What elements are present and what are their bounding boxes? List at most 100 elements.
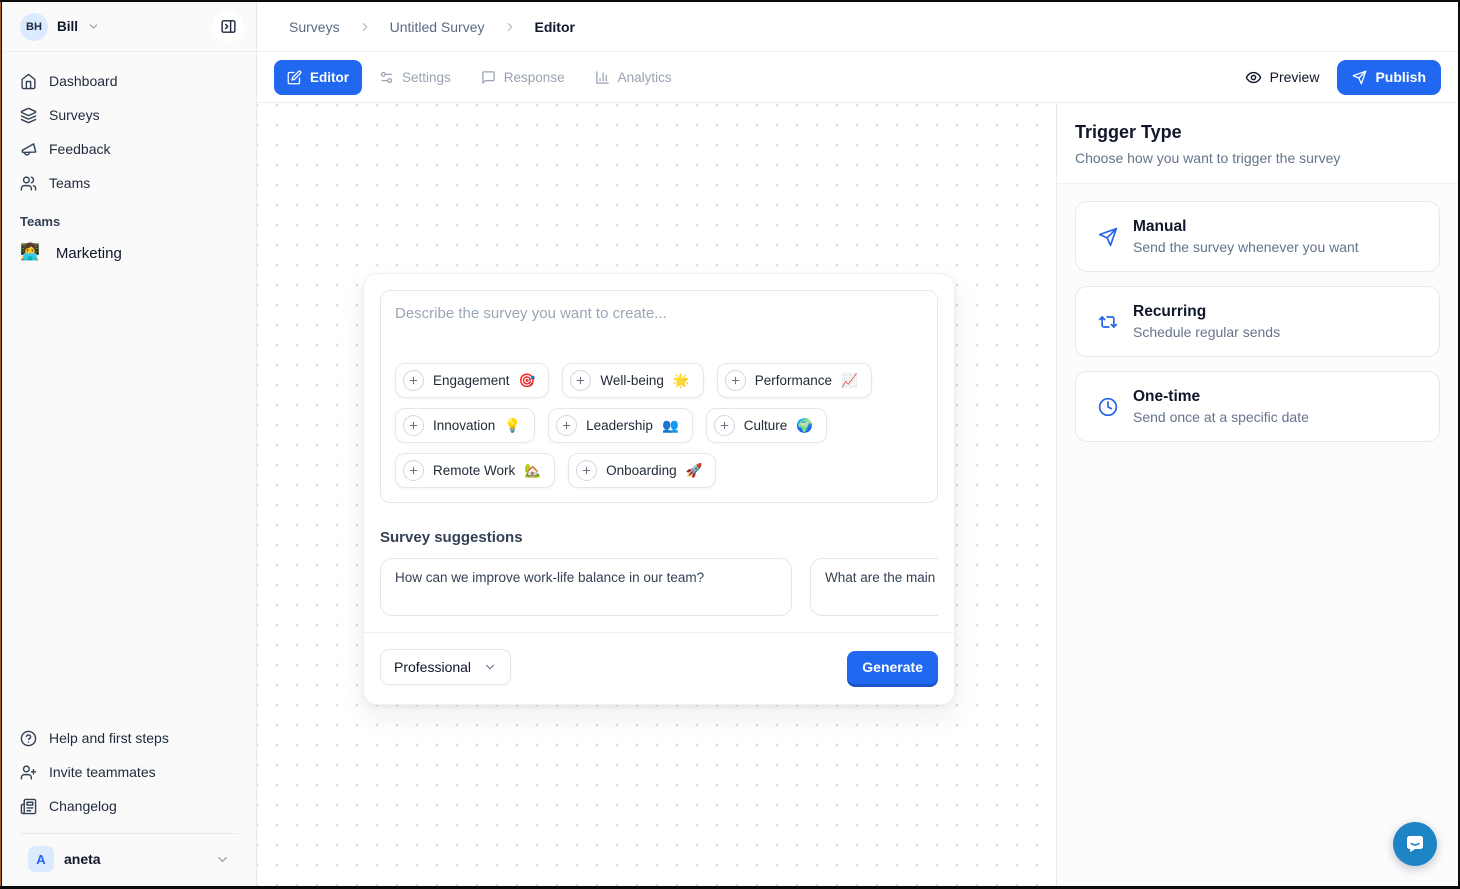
breadcrumb-item-surveys[interactable]: Surveys [289,19,340,35]
sidebar-item-surveys[interactable]: Surveys [10,98,248,132]
plus-icon [556,415,577,436]
survey-description-input[interactable] [395,305,923,363]
panel-title: Trigger Type [1075,122,1440,143]
suggestions-title: Survey suggestions [380,529,938,546]
trigger-option-recurring[interactable]: Recurring Schedule regular sends [1075,286,1440,357]
preview-label: Preview [1270,69,1320,85]
panel-header: Trigger Type Choose how you want to trig… [1057,103,1458,184]
option-description: Send once at a specific date [1133,409,1309,425]
preview-button[interactable]: Preview [1245,69,1320,86]
chevron-right-icon [358,20,372,34]
chip-onboarding[interactable]: Onboarding 🚀 [568,453,716,488]
editor-canvas[interactable]: Engagement 🎯 Well-being 🌟 Performance [257,103,1056,886]
option-title: Recurring [1133,303,1280,321]
chip-performance[interactable]: Performance 📈 [717,363,872,398]
send-icon [1098,227,1118,247]
chip-innovation[interactable]: Innovation 💡 [395,408,535,443]
tab-settings[interactable]: Settings [366,60,464,95]
option-description: Schedule regular sends [1133,324,1280,340]
sidebar-item-label: Help and first steps [49,730,169,746]
panel-right-icon [220,18,237,35]
trigger-option-manual[interactable]: Manual Send the survey whenever you want [1075,201,1440,272]
chip-engagement[interactable]: Engagement 🎯 [395,363,549,398]
plus-icon [725,370,746,391]
teams-section-label: Teams [2,200,256,235]
trigger-option-one-time[interactable]: One-time Send once at a specific date [1075,371,1440,442]
breadcrumb-item-untitled-survey[interactable]: Untitled Survey [390,19,485,35]
chip-label: Performance [755,373,832,388]
trigger-type-panel: Trigger Type Choose how you want to trig… [1056,103,1458,886]
option-description: Send the survey whenever you want [1133,239,1359,255]
sidebar-footer: Help and first steps Invite teammates Ch… [2,713,256,886]
send-icon [1352,70,1367,85]
app-window: BH Bill Dashboard [0,0,1460,889]
sidebar-item-invite[interactable]: Invite teammates [10,755,248,789]
chip-emoji: 🎯 [519,373,536,389]
user-name: aneta [64,851,101,867]
chip-label: Culture [744,418,788,433]
chip-emoji: 🚀 [686,463,703,479]
composer-footer: Professional Generate [364,632,954,688]
breadcrumb-bar: Surveys Untitled Survey Editor [257,2,1458,52]
plus-icon [576,460,597,481]
chevron-down-icon [87,20,100,33]
workspace-switcher[interactable]: BH Bill [20,13,100,41]
sidebar-item-help[interactable]: Help and first steps [10,721,248,755]
sidebar-item-label: Feedback [49,141,110,157]
chip-emoji: 🏡 [524,463,541,479]
sidebar-item-teams[interactable]: Teams [10,166,248,200]
tab-response[interactable]: Response [468,60,578,95]
suggestion-card[interactable]: What are the main ob [810,558,938,616]
tab-editor[interactable]: Editor [274,60,362,95]
chip-label: Remote Work [433,463,515,478]
megaphone-icon [18,139,39,160]
chat-bubble-icon [1403,832,1427,856]
topic-chips: Engagement 🎯 Well-being 🌟 Performance [395,363,923,488]
edit-icon [287,70,302,85]
sidebar-item-label: Teams [49,175,90,191]
sidebar-nav: Dashboard Surveys Feedback Teams [2,52,256,200]
chevron-right-icon [503,20,517,34]
chevron-down-icon [215,852,230,867]
plus-icon [714,415,735,436]
compose-box: Engagement 🎯 Well-being 🌟 Performance [380,290,938,503]
sidebar-item-label: Changelog [49,798,117,814]
sidebar-item-dashboard[interactable]: Dashboard [10,64,248,98]
tab-analytics[interactable]: Analytics [582,60,685,95]
message-square-icon [481,70,496,85]
chip-emoji: 💡 [504,418,521,434]
sidebar-item-marketing[interactable]: 👩‍💻 Marketing [2,235,256,271]
suggestions-row: How can we improve work-life balance in … [380,558,938,616]
sidebar-item-label: Invite teammates [49,764,156,780]
tone-select[interactable]: Professional [380,649,511,685]
chip-label: Engagement [433,373,510,388]
chip-emoji: 🌍 [796,418,813,434]
chip-well-being[interactable]: Well-being 🌟 [562,363,703,398]
chip-culture[interactable]: Culture 🌍 [706,408,827,443]
generate-button[interactable]: Generate [847,651,938,684]
help-circle-icon [20,730,37,747]
chip-leadership[interactable]: Leadership 👥 [548,408,693,443]
option-title: Manual [1133,218,1359,236]
user-menu[interactable]: A aneta [10,834,248,886]
repeat-icon [1098,312,1118,332]
sliders-icon [379,70,394,85]
tab-label: Analytics [618,70,672,85]
chat-launcher-button[interactable] [1393,822,1437,866]
layers-icon [20,107,37,124]
newspaper-icon [20,798,37,815]
content: Engagement 🎯 Well-being 🌟 Performance [257,102,1458,886]
chip-remote-work[interactable]: Remote Work 🏡 [395,453,555,488]
sidebar-item-feedback[interactable]: Feedback [10,132,248,166]
breadcrumb-item-editor: Editor [535,19,575,35]
sidebar-toggle-button[interactable] [212,11,244,43]
breadcrumb: Surveys Untitled Survey Editor [289,19,575,35]
sidebar-item-changelog[interactable]: Changelog [10,789,248,823]
publish-button[interactable]: Publish [1337,60,1441,95]
tab-actions: Preview Publish [1245,60,1441,95]
plus-icon [403,460,424,481]
team-emoji: 👩‍💻 [20,245,40,261]
suggestion-card[interactable]: How can we improve work-life balance in … [380,558,792,616]
panel-subtitle: Choose how you want to trigger the surve… [1075,150,1440,166]
tab-label: Settings [402,70,451,85]
